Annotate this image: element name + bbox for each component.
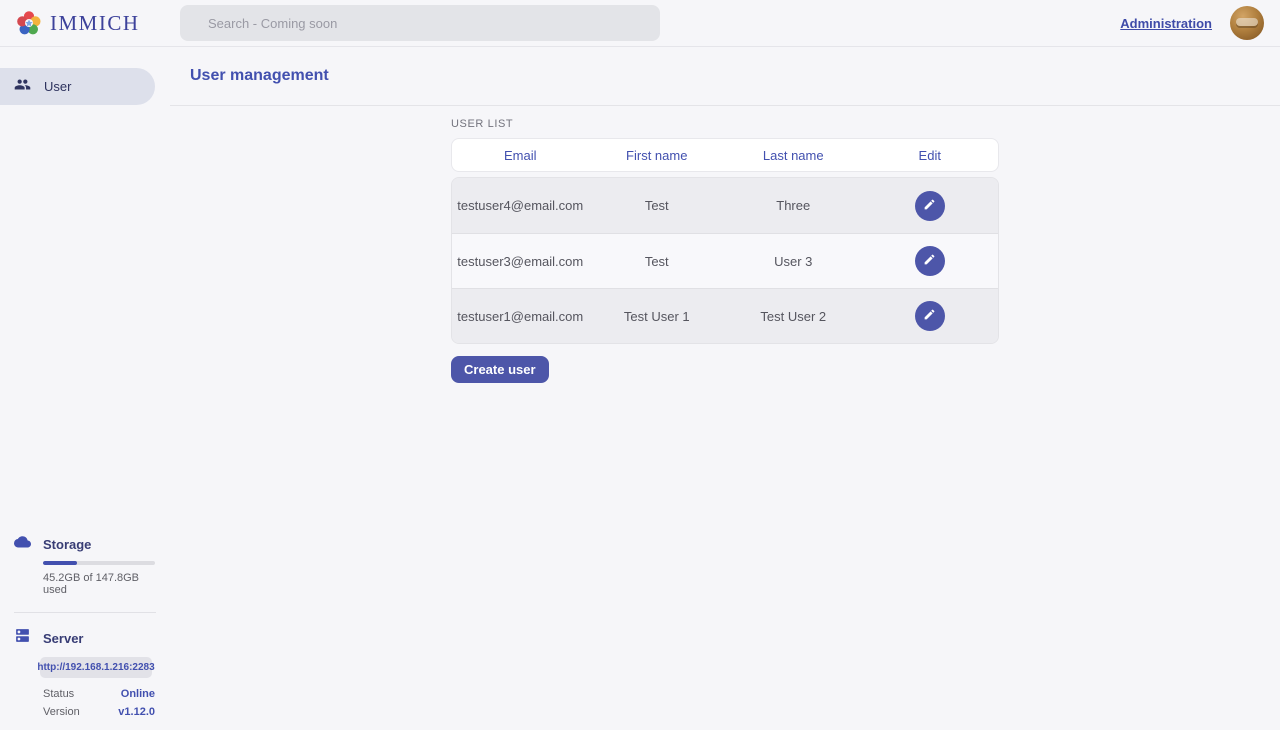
user-group-icon [14,76,31,98]
top-bar-right: Administration [1120,6,1280,40]
cloud-icon [14,535,31,553]
administration-link[interactable]: Administration [1120,16,1212,31]
cell-first-name: Test [589,198,726,213]
page-title: User management [190,67,329,85]
main-content: User management USER LIST Email First na… [170,47,1280,730]
column-header-edit: Edit [862,148,999,163]
page-header: User management [170,47,1280,106]
table-header-row: Email First name Last name Edit [451,138,999,172]
storage-section-header: Storage [14,535,156,553]
server-version-label: Version [43,706,80,718]
sidebar-bottom: Storage 45.2GB of 147.8GB used Server ht… [0,535,170,730]
edit-user-button[interactable] [915,191,945,221]
user-list-panel: USER LIST Email First name Last name Edi… [451,118,999,383]
table-row: testuser3@email.com Test User 3 [452,233,998,288]
server-status-value: Online [121,688,155,700]
app-logo: IMMICH [0,10,164,36]
storage-progress-bar [43,561,155,565]
sidebar-item-user[interactable]: User [0,68,155,105]
cell-email: testuser3@email.com [452,254,589,269]
sidebar: User Storage 45.2GB of 147.8GB used Serv… [0,47,170,730]
cell-last-name: Test User 2 [725,309,862,324]
search-input[interactable] [180,5,660,41]
sidebar-divider [14,612,156,613]
pencil-icon [923,253,936,269]
table-row: testuser4@email.com Test Three [452,178,998,233]
immich-flower-logo-icon [16,10,42,36]
table-body: testuser4@email.com Test Three [451,177,999,344]
pencil-icon [923,198,936,214]
create-user-button[interactable]: Create user [451,356,549,383]
cell-edit [862,191,999,221]
server-status-row: Status Online [43,688,155,700]
cell-first-name: Test [589,254,726,269]
user-avatar[interactable] [1230,6,1264,40]
cell-last-name: User 3 [725,254,862,269]
cell-email: testuser4@email.com [452,198,589,213]
server-title: Server [43,631,83,646]
cell-edit [862,246,999,276]
server-status-label: Status [43,688,74,700]
server-version-value: v1.12.0 [118,706,155,718]
column-header-last-name: Last name [725,148,862,163]
server-url-badge: http://192.168.1.216:2283 [40,657,152,678]
cell-last-name: Three [725,198,862,213]
pencil-icon [923,308,936,324]
edit-user-button[interactable] [915,246,945,276]
user-list-label: USER LIST [451,118,999,130]
sidebar-item-label: User [44,79,71,94]
table-row: testuser1@email.com Test User 1 Test Use… [452,288,998,343]
cell-email: testuser1@email.com [452,309,589,324]
top-bar: IMMICH Administration [0,0,1280,47]
storage-caption: 45.2GB of 147.8GB used [43,572,156,596]
column-header-email: Email [452,148,589,163]
server-version-row: Version v1.12.0 [43,706,155,718]
server-dns-icon [14,627,31,649]
app-wordmark: IMMICH [50,11,140,36]
cell-first-name: Test User 1 [589,309,726,324]
cell-edit [862,301,999,331]
server-section-header: Server [14,627,156,649]
column-header-first-name: First name [589,148,726,163]
storage-title: Storage [43,537,91,552]
edit-user-button[interactable] [915,301,945,331]
storage-progress-fill [43,561,77,565]
content-area: USER LIST Email First name Last name Edi… [170,106,1280,730]
